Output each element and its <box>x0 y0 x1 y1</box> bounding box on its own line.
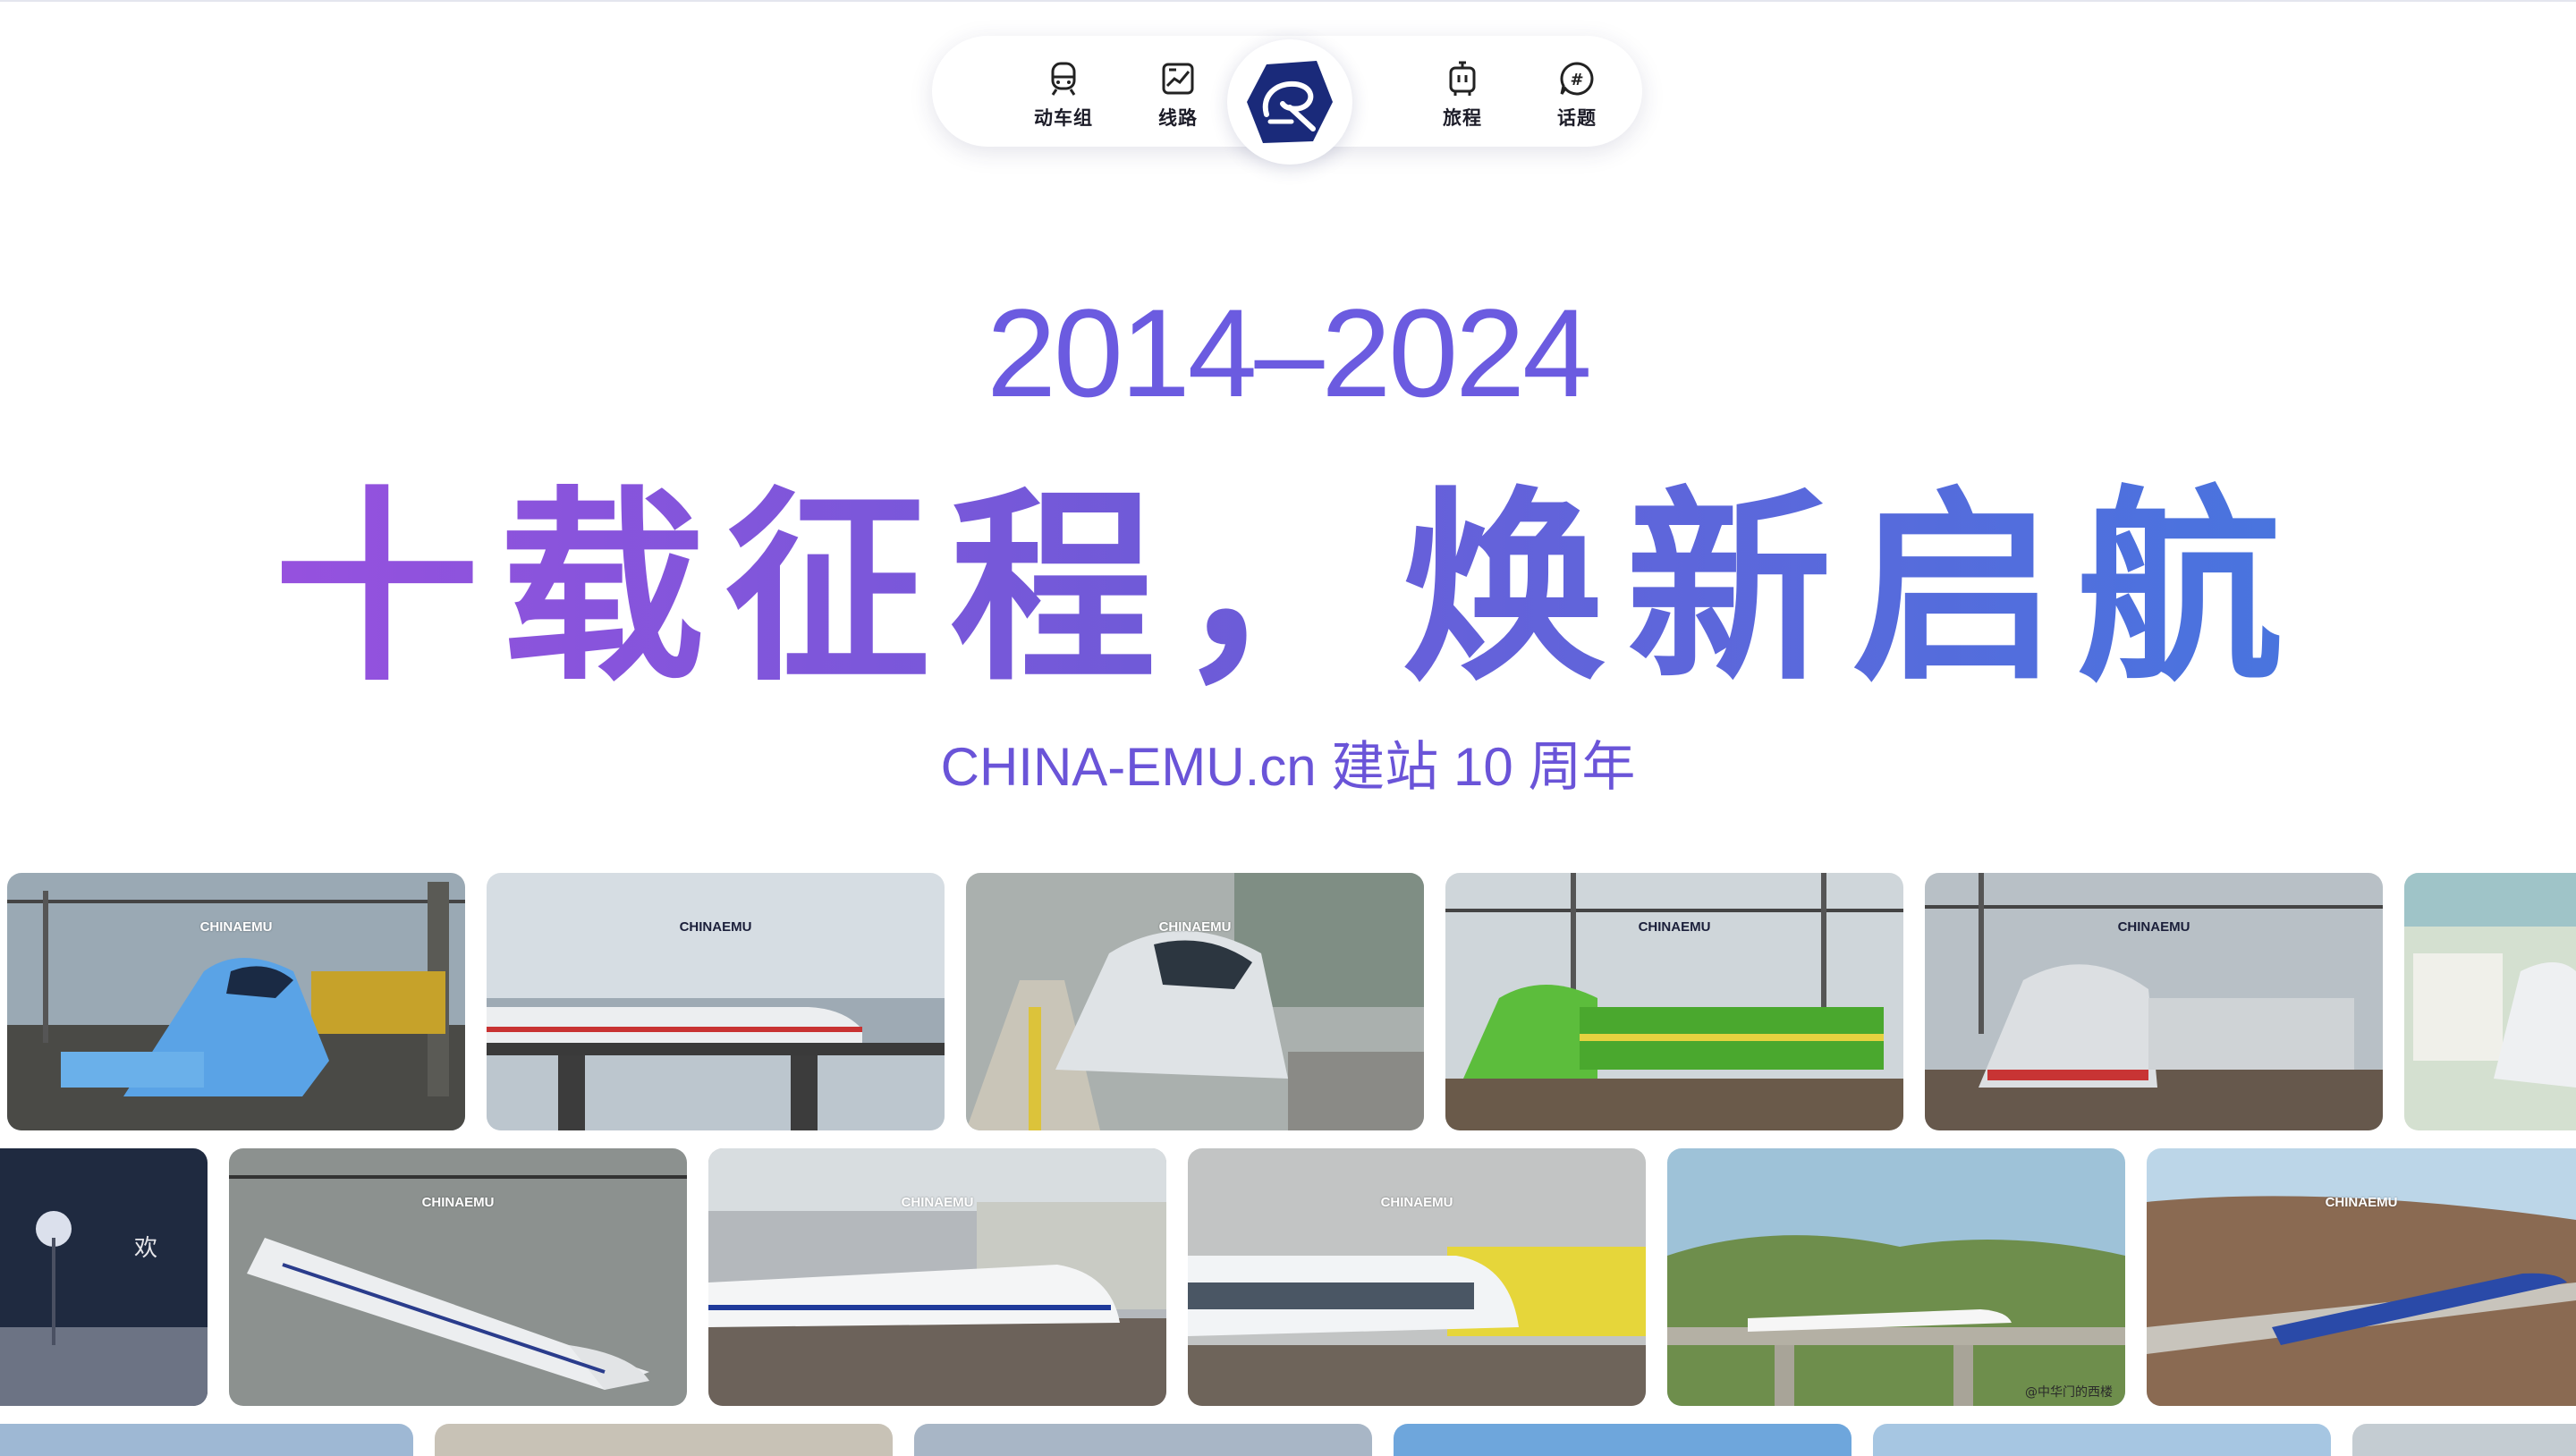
train-photo[interactable] <box>435 1424 893 1456</box>
photo-watermark: CHINAEMU <box>901 1195 974 1210</box>
train-photo[interactable]: CHINAEMU <box>229 1148 687 1406</box>
route-icon <box>1158 59 1198 98</box>
train-photo[interactable]: CHINAEMU <box>7 873 465 1130</box>
svg-text:#: # <box>1570 71 1583 89</box>
nav-label: 话题 <box>1557 107 1597 129</box>
nav-item-emu[interactable]: 动车组 <box>1014 59 1113 148</box>
train-photo[interactable] <box>914 1424 1372 1456</box>
topic-icon: # <box>1557 59 1597 98</box>
photo-watermark: CHINAEMU <box>1638 919 1711 935</box>
photo-watermark: CHINAEMU <box>1380 1195 1453 1210</box>
china-emu-logo[interactable] <box>1227 39 1352 165</box>
svg-text:欢: 欢 <box>134 1235 157 1262</box>
hero-years: 2014–2024 <box>987 283 1592 423</box>
nav-label: 动车组 <box>1034 107 1093 129</box>
photo-watermark: CHINAEMU <box>421 1195 495 1210</box>
train-photo[interactable]: CHINAEMU <box>487 873 945 1130</box>
train-photo[interactable] <box>2352 1424 2576 1456</box>
nav-label: 线路 <box>1158 107 1198 129</box>
nav-item-lines[interactable]: 线路 <box>1129 59 1227 148</box>
train-photo[interactable] <box>0 1424 413 1456</box>
gallery-row-1: CHINAEMU CHINAEMU CHINAEMU CHINAEMU CHIN… <box>0 873 2576 1132</box>
gallery-row-3 <box>0 1424 2576 1456</box>
hero-subtitle: CHINA-EMU.cn 建站 10 周年 <box>940 737 1636 797</box>
nav-item-trips[interactable]: 旅程 <box>1413 59 1512 148</box>
luggage-icon <box>1443 59 1482 98</box>
photo-watermark: CHINAEMU <box>679 919 752 935</box>
train-photo[interactable]: @中华门的西楼 <box>1667 1148 2125 1406</box>
train-photo[interactable]: CHINAEMU <box>1188 1148 1646 1406</box>
train-photo[interactable]: CHINAEMU <box>1445 873 1903 1130</box>
hero-title: 十载征程，焕新启航 <box>0 474 2576 707</box>
nav-label: 旅程 <box>1443 107 1482 129</box>
photo-watermark: CHINAEMU <box>2325 1195 2398 1210</box>
top-divider <box>0 0 2576 2</box>
train-photo[interactable]: CHINAEMU <box>708 1148 1166 1406</box>
train-photo[interactable]: 欢 <box>0 1148 208 1406</box>
nav-item-topics[interactable]: # 话题 <box>1528 59 1626 148</box>
photo-watermark: CHINAEMU <box>199 919 273 935</box>
photo-watermark: CHINAEMU <box>1158 919 1232 935</box>
train-photo[interactable] <box>1394 1424 1852 1456</box>
train-icon <box>1044 59 1083 98</box>
photo-credit: @中华门的西楼 <box>2025 1385 2113 1400</box>
train-photo[interactable]: CHINAEMU <box>1925 873 2383 1130</box>
logo-mark <box>1247 61 1333 143</box>
train-photo[interactable] <box>2404 873 2576 1130</box>
train-photo[interactable]: CHINAEMU <box>966 873 1424 1130</box>
photo-watermark: CHINAEMU <box>2117 919 2190 935</box>
train-photo[interactable] <box>1873 1424 2331 1456</box>
train-photo[interactable]: CHINAEMU <box>2147 1148 2576 1406</box>
gallery-row-2: 欢 CHINAEMU CHINAEMU CHINAEMU @中华门的西楼 CHI… <box>0 1148 2576 1408</box>
